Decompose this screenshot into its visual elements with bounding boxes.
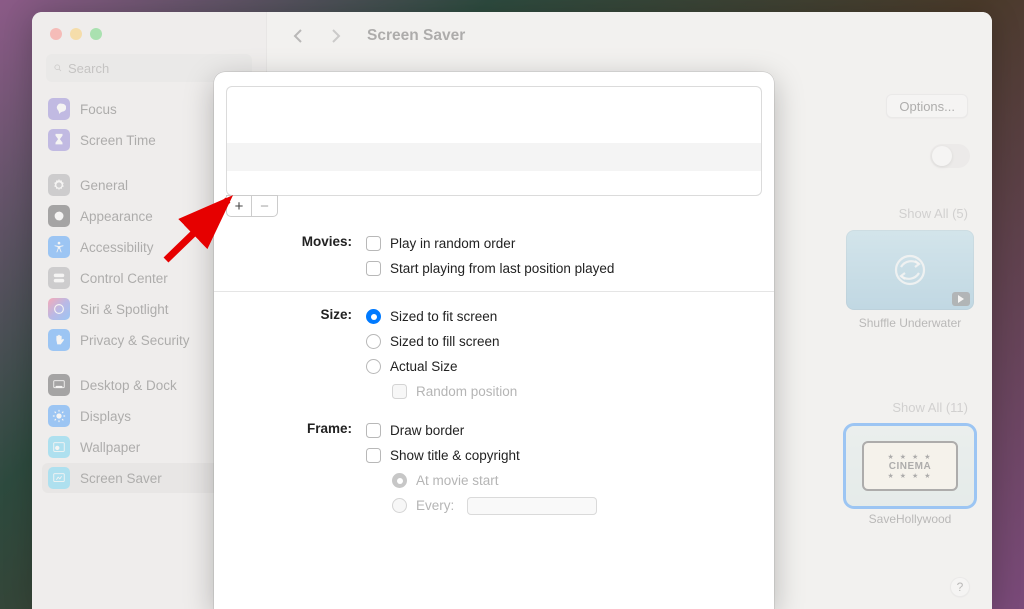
list-row[interactable] xyxy=(227,87,761,115)
random-position-checkbox xyxy=(392,384,407,399)
size-actual-option[interactable]: Actual Size xyxy=(366,354,762,379)
appearance-icon xyxy=(48,205,70,227)
option-label: Sized to fill screen xyxy=(390,334,500,349)
play-icon xyxy=(952,292,970,306)
frame-section-label: Frame: xyxy=(226,418,364,518)
option-label: Every: xyxy=(416,498,454,513)
size-actual-radio[interactable] xyxy=(366,359,381,374)
gear-icon xyxy=(48,174,70,196)
list-row[interactable] xyxy=(227,115,761,143)
interval-slider xyxy=(467,497,597,515)
option-label: Start playing from last position played xyxy=(390,261,614,276)
screensaver-icon xyxy=(48,467,70,489)
resume-playback-option[interactable]: Start playing from last position played xyxy=(366,256,762,281)
help-button[interactable]: ? xyxy=(950,577,970,597)
dock-icon xyxy=(48,374,70,396)
close-window-button[interactable] xyxy=(50,28,62,40)
main-header: Screen Saver xyxy=(267,12,992,60)
at-movie-start-option: At movie start xyxy=(366,468,762,493)
sidebar-item-label: Wallpaper xyxy=(80,440,140,455)
thumb-caption: SaveHollywood xyxy=(846,512,974,526)
forward-button[interactable] xyxy=(325,25,347,47)
option-label: Draw border xyxy=(390,423,464,438)
wallpaper-icon xyxy=(48,436,70,458)
every-interval-option: Every: xyxy=(366,493,762,518)
show-title-checkbox[interactable] xyxy=(366,448,381,463)
sidebar-item-label: Desktop & Dock xyxy=(80,378,177,393)
accessibility-icon xyxy=(48,236,70,258)
siri-icon xyxy=(48,298,70,320)
size-section-label: Size: xyxy=(226,304,364,404)
sidebar-item-label: Appearance xyxy=(80,209,153,224)
list-row[interactable] xyxy=(227,171,761,196)
zoom-window-button[interactable] xyxy=(90,28,102,40)
options-button[interactable]: Options... xyxy=(886,94,968,118)
thumb-caption: Shuffle Underwater xyxy=(846,316,974,330)
window-controls xyxy=(32,22,266,54)
sidebar-item-label: Screen Time xyxy=(80,133,156,148)
resume-playback-checkbox[interactable] xyxy=(366,261,381,276)
search-icon xyxy=(54,61,62,75)
sidebar-item-label: Screen Saver xyxy=(80,471,162,486)
sidebar-item-label: Privacy & Security xyxy=(80,333,190,348)
add-button[interactable]: + xyxy=(226,195,252,217)
sidebar-item-label: General xyxy=(80,178,128,193)
show-title-option[interactable]: Show title & copyright xyxy=(366,443,762,468)
hourglass-icon xyxy=(48,129,70,151)
sidebar-item-label: Siri & Spotlight xyxy=(80,302,169,317)
size-fit-radio[interactable] xyxy=(366,309,381,324)
sidebar-item-label: Control Center xyxy=(80,271,168,286)
draw-border-option[interactable]: Draw border xyxy=(366,418,762,443)
back-button[interactable] xyxy=(287,25,309,47)
hand-icon xyxy=(48,329,70,351)
random-position-option: Random position xyxy=(366,379,762,404)
brightness-icon xyxy=(48,405,70,427)
page-title: Screen Saver xyxy=(367,27,465,45)
option-label: Sized to fit screen xyxy=(390,309,497,324)
size-fill-radio[interactable] xyxy=(366,334,381,349)
focus-icon xyxy=(48,98,70,120)
show-all-link-1[interactable]: Show All (5) xyxy=(899,206,968,221)
toggle-switch[interactable] xyxy=(930,144,970,168)
screensaver-thumb-shuffle-underwater[interactable]: Shuffle Underwater xyxy=(846,230,974,330)
sidebar-item-label: Displays xyxy=(80,409,131,424)
size-fit-option[interactable]: Sized to fit screen xyxy=(366,304,762,329)
option-label: Random position xyxy=(416,384,517,399)
list-row[interactable] xyxy=(227,143,761,171)
toggles-icon xyxy=(48,267,70,289)
movies-section-label: Movies: xyxy=(226,231,364,281)
minimize-window-button[interactable] xyxy=(70,28,82,40)
add-remove-buttons: + − xyxy=(226,195,762,217)
divider xyxy=(214,291,774,292)
sidebar-item-label: Accessibility xyxy=(80,240,154,255)
options-sheet: + − Movies: Play in random order Start p… xyxy=(214,72,774,609)
cinema-ticket-icon: ★ ★ ★ ★ CINEMA ★ ★ ★ ★ xyxy=(846,426,974,506)
option-label: At movie start xyxy=(416,473,499,488)
draw-border-checkbox[interactable] xyxy=(366,423,381,438)
movies-list[interactable] xyxy=(226,86,762,196)
remove-button[interactable]: − xyxy=(252,195,278,217)
toggle-knob xyxy=(932,146,952,166)
every-interval-radio xyxy=(392,498,407,513)
show-all-link-2[interactable]: Show All (11) xyxy=(892,400,968,415)
option-label: Actual Size xyxy=(390,359,458,374)
play-random-order-checkbox[interactable] xyxy=(366,236,381,251)
option-label: Show title & copyright xyxy=(390,448,520,463)
size-fill-option[interactable]: Sized to fill screen xyxy=(366,329,762,354)
play-random-order-option[interactable]: Play in random order xyxy=(366,231,762,256)
screensaver-thumb-savehollywood[interactable]: ★ ★ ★ ★ CINEMA ★ ★ ★ ★ SaveHollywood xyxy=(846,426,974,526)
sidebar-item-label: Focus xyxy=(80,102,117,117)
option-label: Play in random order xyxy=(390,236,515,251)
at-movie-start-radio xyxy=(392,473,407,488)
